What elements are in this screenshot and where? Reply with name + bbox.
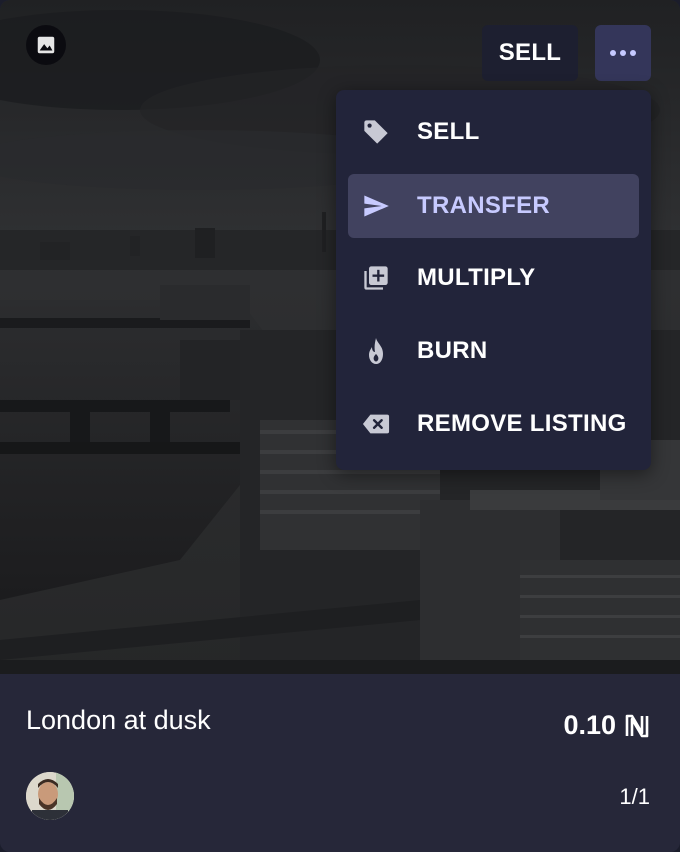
owner-avatar[interactable] bbox=[26, 772, 74, 820]
menu-item-transfer[interactable]: TRANSFER bbox=[348, 174, 639, 238]
backspace-icon bbox=[362, 410, 390, 438]
menu-item-burn[interactable]: BURN bbox=[348, 319, 639, 383]
menu-item-label: SELL bbox=[417, 118, 480, 145]
menu-item-label: BURN bbox=[417, 337, 488, 364]
menu-item-remove-listing[interactable]: REMOVE LISTING bbox=[348, 392, 639, 456]
edition-count: 1/1 bbox=[619, 784, 650, 809]
sell-button-label: SELL bbox=[498, 39, 562, 66]
menu-item-label: TRANSFER bbox=[417, 192, 551, 219]
menu-item-sell[interactable]: SELL bbox=[348, 100, 639, 164]
artwork-title[interactable]: London at dusk bbox=[26, 705, 211, 736]
artwork-price: 0.10 bbox=[563, 710, 650, 741]
image-icon bbox=[26, 25, 66, 65]
more-options-button[interactable] bbox=[595, 25, 651, 81]
nft-card: SELL SELL TRANSFER MULTIPLY BURN REMOVE … bbox=[0, 0, 680, 852]
add-copy-icon bbox=[362, 264, 390, 292]
near-logo-icon bbox=[624, 713, 650, 739]
flame-icon bbox=[362, 337, 390, 365]
send-icon bbox=[362, 192, 390, 220]
sell-button[interactable]: SELL bbox=[482, 25, 578, 81]
tag-icon bbox=[362, 118, 390, 146]
card-footer: London at dusk 0.10 1/1 bbox=[0, 674, 680, 852]
menu-item-multiply[interactable]: MULTIPLY bbox=[348, 246, 639, 310]
actions-menu: SELL TRANSFER MULTIPLY BURN REMOVE LISTI… bbox=[336, 90, 651, 470]
price-value: 0.10 bbox=[563, 710, 616, 740]
menu-item-label: MULTIPLY bbox=[417, 264, 536, 291]
more-horizontal-icon bbox=[610, 50, 636, 56]
menu-item-label: REMOVE LISTING bbox=[417, 410, 627, 437]
